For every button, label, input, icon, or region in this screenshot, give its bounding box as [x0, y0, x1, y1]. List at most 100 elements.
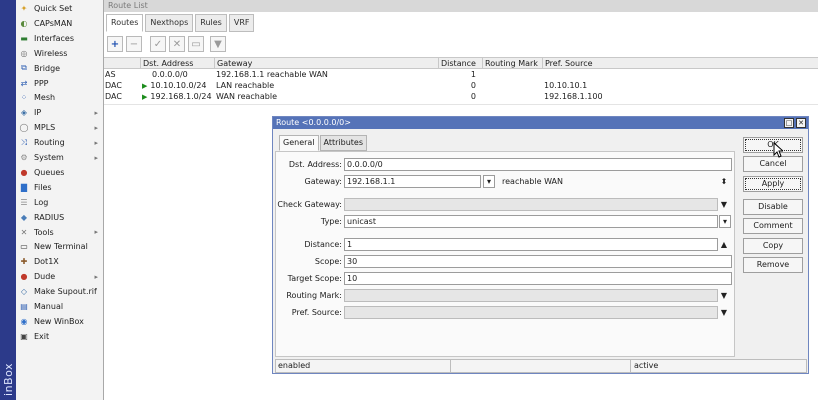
menu-item-label: Interfaces [34, 33, 74, 43]
menu-item[interactable]: ⇄ PPP [16, 76, 104, 91]
gateway-dropdown[interactable]: ▾ [483, 175, 495, 188]
menu-item[interactable]: ✦ Quick Set [16, 1, 104, 16]
menu-item-label: MPLS [34, 123, 56, 133]
menu-item[interactable]: ◈ IP ▸ [16, 105, 104, 120]
tab-vrf[interactable]: VRF [228, 14, 255, 32]
distance-collapse-icon[interactable]: ▲ [719, 238, 729, 251]
dst-address-row: Dst. Address: 0.0.0.0/0 [276, 158, 736, 171]
dialog-tabs: General Attributes [279, 135, 368, 151]
menu-item-label: RADIUS [34, 212, 65, 222]
menu-item[interactable]: ◆ RADIUS [16, 210, 104, 225]
submenu-arrow-icon: ▸ [94, 138, 98, 147]
menu-item[interactable]: ✕ Tools ▸ [16, 225, 104, 240]
col-gateway[interactable]: Gateway [214, 58, 438, 69]
menu-item-label: Mesh [34, 93, 56, 103]
gateway-updown-icon[interactable]: ⬍ [719, 175, 729, 188]
menu-item-label: System [34, 153, 64, 162]
menu-item[interactable]: ⁘ Mesh [16, 90, 104, 105]
menu-item[interactable]: ☰ Log [16, 195, 104, 210]
tab-attributes[interactable]: Attributes [319, 135, 368, 151]
dst-address-field[interactable]: 0.0.0.0/0 [344, 158, 732, 171]
menu-item-label: Manual [34, 302, 64, 311]
check-gateway-field[interactable] [344, 198, 718, 211]
menu-item[interactable]: ▭ New Terminal [16, 239, 104, 254]
brand-strip: inBox [0, 0, 16, 400]
menu-item[interactable]: ⤨ Routing ▸ [16, 135, 104, 150]
disable-button[interactable]: Disable [743, 199, 803, 215]
dot1x-icon: ✚ [20, 257, 28, 267]
routing-mark-field[interactable] [344, 289, 718, 302]
cancel-button[interactable]: Cancel [743, 156, 803, 172]
tab-routes[interactable]: Routes [106, 14, 144, 32]
col-dst-address[interactable]: Dst. Address [140, 58, 214, 69]
enable-route-button[interactable]: ✓ [150, 36, 166, 52]
pref-source-dropdown-icon[interactable]: ▼ [719, 306, 729, 319]
tab-nexthops[interactable]: Nexthops [145, 14, 194, 32]
cell-pref: 10.10.10.1 [544, 81, 588, 90]
dialog-title[interactable]: Route <0.0.0.0/0> [273, 117, 808, 129]
filter-button[interactable]: ▼ [210, 36, 226, 52]
table-row[interactable]: DAC ▶ 10.10.10.0/24 LAN reachable 0 10.10.10.… [104, 80, 818, 91]
brand-text: inBox [2, 363, 15, 396]
menu-item[interactable]: ◇ Make Supout.rif [16, 284, 104, 299]
routing-mark-dropdown-icon[interactable]: ▼ [719, 289, 729, 302]
submenu-arrow-icon: ▸ [94, 228, 98, 236]
menu-item[interactable]: ▤ Manual [16, 299, 104, 314]
terminal-icon: ▭ [20, 242, 28, 252]
menu-item-label: Wireless [34, 48, 68, 58]
menu-item[interactable]: ● Dude ▸ [16, 269, 104, 284]
dialog-status-bar: enabled active [275, 359, 807, 373]
target-scope-row: Target Scope: 10 [276, 272, 736, 285]
menu-item[interactable]: ◉ New WinBox [16, 314, 104, 329]
submenu-arrow-icon: ▸ [94, 272, 98, 281]
comment-button[interactable]: Comment [743, 218, 803, 234]
menu-item[interactable]: ● Queues [16, 165, 104, 180]
copy-button[interactable]: Copy [743, 238, 803, 254]
winbox-icon: ◉ [20, 316, 28, 326]
distance-field[interactable]: 1 [344, 238, 718, 251]
scope-field[interactable]: 30 [344, 255, 732, 268]
menu-item[interactable]: ⚙ System ▸ [16, 150, 104, 165]
close-icon[interactable]: ✕ [796, 118, 806, 128]
menu-item[interactable]: ▇ Files [16, 180, 104, 195]
pref-source-field[interactable] [344, 306, 718, 319]
menu-item[interactable]: ▬ Interfaces [16, 31, 104, 46]
cell-flags: AS [105, 70, 116, 79]
type-select[interactable]: unicast [344, 215, 718, 228]
table-row[interactable]: AS 0.0.0.0/0 192.168.1.1 reachable WAN 1 [104, 69, 818, 80]
remove-route-button[interactable]: − [126, 36, 142, 52]
menu-item[interactable]: ▣ Exit [16, 329, 104, 344]
menu-item[interactable]: ⧉ Bridge [16, 61, 104, 76]
type-dropdown-icon[interactable]: ▾ [719, 215, 731, 228]
menu-item-label: CAPsMAN [34, 18, 73, 28]
table-row[interactable]: DAC ▶ 192.168.1.0/24 WAN reachable 0 192.168.… [104, 91, 818, 102]
route-list-tabs: Routes Nexthops Rules VRF [104, 14, 255, 32]
apply-button[interactable]: Apply [743, 176, 803, 192]
menu-item-label: Files [34, 182, 52, 192]
menu-item-label: Make Supout.rif [34, 287, 97, 297]
menu-item-label: Tools [34, 227, 54, 237]
check-gateway-dropdown-icon[interactable]: ▼ [719, 198, 729, 211]
ip-icon: ◈ [20, 108, 28, 118]
menu-item-label: PPP [34, 78, 49, 88]
gateway-field[interactable]: 192.168.1.1 [344, 175, 481, 188]
comment-route-button[interactable]: ▭ [188, 36, 204, 52]
col-routing-mark[interactable]: Routing Mark [482, 58, 542, 69]
menu-item[interactable]: ◎ Wireless [16, 46, 104, 61]
target-scope-field[interactable]: 10 [344, 272, 732, 285]
menu-item-label: Dude [34, 272, 56, 282]
cross-icon: ✕ [172, 38, 182, 50]
menu-item[interactable]: ✚ Dot1X [16, 254, 104, 269]
col-pref-source[interactable]: Pref. Source [542, 58, 622, 69]
menu-item[interactable]: ◐ CAPsMAN [16, 16, 104, 31]
menu-item-label: Routing [34, 138, 65, 148]
add-route-button[interactable]: + [107, 36, 123, 52]
remove-button[interactable]: Remove [743, 257, 803, 273]
gateway-row: Gateway: 192.168.1.1 ▾ reachable WAN ⬍ [276, 175, 736, 188]
disable-route-button[interactable]: ✕ [169, 36, 185, 52]
menu-item[interactable]: ◯ MPLS ▸ [16, 120, 104, 135]
maximize-icon[interactable]: □ [784, 118, 794, 128]
tab-rules[interactable]: Rules [195, 14, 227, 32]
col-distance[interactable]: Distance [438, 58, 482, 69]
tab-general[interactable]: General [279, 135, 319, 151]
